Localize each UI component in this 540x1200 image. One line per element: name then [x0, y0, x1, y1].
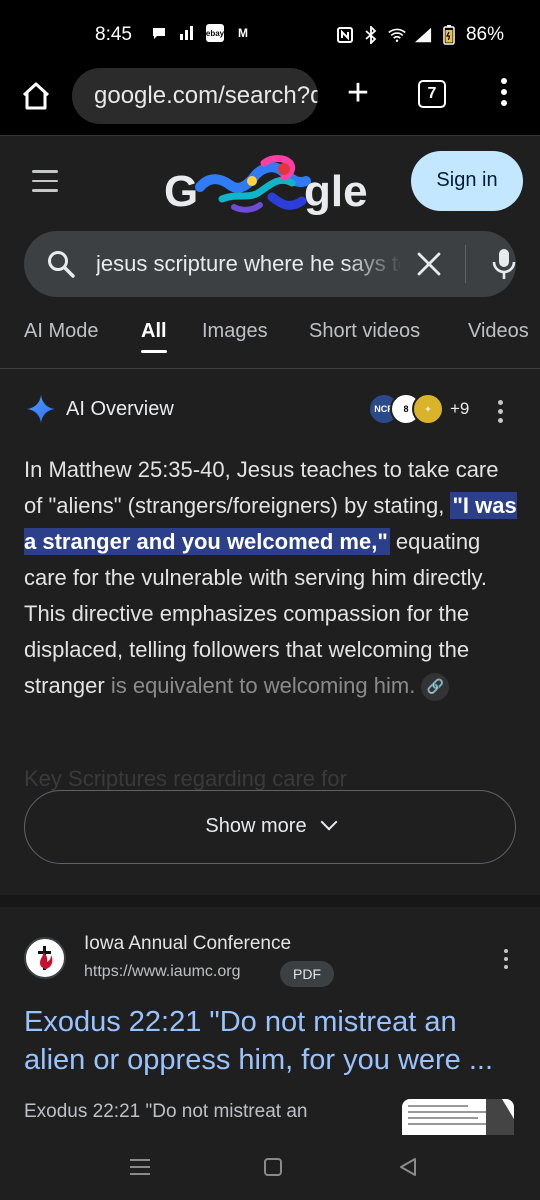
new-tab-button[interactable]: +	[340, 74, 376, 114]
status-bar: 8:45 ebay M 86%	[0, 0, 540, 66]
search-result: Iowa Annual Conference https://www.iaumc…	[0, 907, 540, 1135]
bluetooth-icon	[362, 26, 380, 44]
tab-switcher-button[interactable]: 7	[418, 80, 446, 108]
gemini-sparkle-icon	[27, 395, 55, 423]
result-site-name[interactable]: Iowa Annual Conference	[84, 933, 291, 955]
ai-overview-panel: AI Overview NCR 8 + +9 In Matthew 25:35-…	[0, 370, 540, 890]
result-url[interactable]: https://www.iaumc.org	[84, 963, 241, 981]
google-doodle-logo[interactable]: G gle	[164, 147, 378, 225]
browser-menu-button[interactable]	[496, 78, 512, 114]
tab-short-videos[interactable]: Short videos	[309, 320, 420, 343]
battery-percent: 86%	[465, 24, 504, 45]
sign-in-button[interactable]: Sign in	[411, 151, 523, 211]
site-favicon	[24, 937, 66, 979]
home-nav-icon[interactable]	[264, 1158, 282, 1176]
battery-icon	[440, 25, 458, 45]
ai-overview-more-options-icon[interactable]	[498, 400, 506, 427]
system-icons: 86%	[336, 24, 504, 46]
tab-all[interactable]: All	[141, 320, 167, 343]
notification-icons: ebay M	[150, 24, 252, 42]
wifi-icon	[388, 26, 406, 44]
result-more-options-icon[interactable]	[504, 949, 510, 973]
home-button[interactable]	[18, 78, 54, 114]
signal-bars-icon	[178, 24, 196, 42]
address-bar[interactable]: google.com/search?q=jesus	[72, 68, 318, 124]
hamburger-menu-icon[interactable]	[32, 170, 58, 199]
source-favicon: +	[412, 393, 444, 425]
gmail-icon: M	[238, 26, 248, 40]
tab-ai-mode[interactable]: AI Mode	[24, 320, 98, 343]
search-divider	[465, 245, 466, 283]
browser-toolbar: google.com/search?q=jesus + 7	[0, 66, 540, 136]
tab-images[interactable]: Images	[202, 320, 268, 343]
system-navigation-bar	[0, 1135, 540, 1200]
url-text: google.com/search?q=jesus	[94, 82, 318, 109]
ai-overview-hidden-text: Key Scriptures regarding care for	[24, 766, 347, 791]
ai-overview-sources[interactable]: NCR 8 + +9	[368, 392, 469, 426]
show-more-label: Show more	[205, 815, 307, 837]
search-box[interactable]: jesus scripture where he says to take ca…	[24, 231, 516, 297]
tabs-divider	[0, 368, 540, 369]
nfc-icon	[336, 26, 354, 44]
search-text-fade	[344, 241, 404, 287]
pdf-badge: PDF	[280, 961, 334, 987]
ai-overview-text: In Matthew 25:35-40, Jesus teaches to ta…	[24, 452, 520, 704]
cross-and-flame-icon	[38, 946, 53, 970]
show-more-button[interactable]: Show more	[24, 790, 516, 864]
section-divider	[0, 895, 540, 907]
citation-link-icon[interactable]: 🔗	[421, 673, 450, 702]
status-time: 8:45	[95, 24, 132, 45]
home-icon	[22, 82, 50, 110]
chevron-down-icon	[320, 813, 338, 831]
result-snippet: Exodus 22:21 "Do not mistreat an	[24, 1101, 308, 1122]
recents-icon[interactable]	[130, 1159, 150, 1180]
clear-search-icon[interactable]	[416, 251, 442, 277]
ebay-icon: ebay	[206, 24, 224, 42]
search-tabs: AI Mode All Images Short videos Videos	[0, 310, 540, 366]
faded-text: is equivalent to welcoming him.	[110, 673, 416, 698]
extra-sources-count: +9	[450, 399, 470, 418]
back-icon[interactable]	[398, 1157, 418, 1177]
google-header: G gle Sign in	[0, 137, 540, 227]
result-thumbnail[interactable]	[402, 1099, 514, 1135]
ai-overview-title: AI Overview	[66, 398, 174, 420]
cell-signal-icon	[414, 26, 432, 44]
search-icon	[48, 251, 75, 278]
result-title-link[interactable]: Exodus 22:21 "Do not mistreat an alien o…	[24, 1003, 524, 1079]
chat-bubble-icon	[150, 24, 168, 42]
tab-videos[interactable]: Videos	[468, 320, 529, 343]
microphone-icon[interactable]	[490, 247, 518, 281]
active-tab-indicator	[141, 350, 167, 353]
